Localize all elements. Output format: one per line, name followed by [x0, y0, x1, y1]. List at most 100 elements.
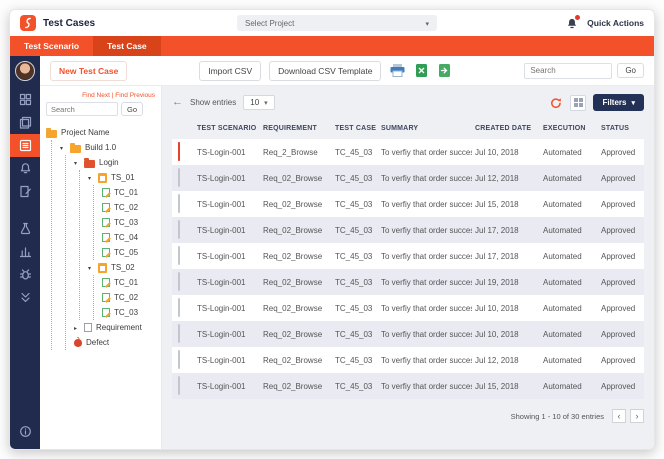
- project-select-dropdown[interactable]: Select Project: [237, 15, 437, 31]
- new-test-case-button[interactable]: New Test Case: [50, 60, 128, 81]
- tree-node-test-case[interactable]: TC_02: [102, 290, 155, 305]
- tab-test-scenario[interactable]: Test Scenario: [10, 36, 93, 56]
- row-checkbox[interactable]: [178, 376, 180, 395]
- tree-node-label: TC_01: [114, 278, 139, 287]
- cell-execution: Automated: [543, 225, 582, 235]
- topbar-right: Quick Actions: [484, 14, 644, 30]
- row-checkbox[interactable]: [178, 194, 180, 213]
- test-case-icon[interactable]: [10, 134, 40, 157]
- report-edit-icon[interactable]: [10, 180, 40, 203]
- app-logo-icon: [20, 15, 36, 31]
- filters-label: Filters: [602, 98, 627, 107]
- tree-node-label: TS_02: [111, 263, 135, 272]
- project-select-label: Select Project: [245, 18, 295, 28]
- table-row[interactable]: TS-Login-001 Req_02_Browse TC_45_03 To v…: [172, 165, 644, 191]
- quick-actions-button[interactable]: Quick Actions: [587, 18, 644, 28]
- table-row[interactable]: TS-Login-001 Req_02_Browse TC_45_03 To v…: [172, 321, 644, 347]
- refresh-icon[interactable]: [549, 96, 563, 110]
- tree-search-go-button[interactable]: Go: [121, 102, 144, 116]
- cell-requirement: Req_02_Browse: [263, 355, 323, 365]
- tree-node-login[interactable]: Login: [74, 155, 155, 170]
- notifications-icon[interactable]: [10, 157, 40, 180]
- row-checkbox[interactable]: [178, 272, 180, 291]
- tree-node-test-case[interactable]: TC_01: [102, 185, 155, 200]
- table-row[interactable]: TS-Login-001 Req_02_Browse TC_45_03 To v…: [172, 191, 644, 217]
- import-csv-button[interactable]: Import CSV: [199, 60, 262, 81]
- info-icon[interactable]: [10, 420, 40, 443]
- table-row[interactable]: TS-Login-001 Req_02_Browse TC_45_03 To v…: [172, 373, 644, 399]
- find-previous-link[interactable]: Find Previous: [115, 92, 155, 99]
- export-excel-icon[interactable]: [414, 63, 429, 78]
- tree-node-requirement[interactable]: Requirement: [74, 320, 155, 335]
- download-csv-template-button[interactable]: Download CSV Template: [269, 60, 382, 81]
- row-checkbox[interactable]: [178, 142, 180, 161]
- table-row[interactable]: TS-Login-001 Req_2_Browse TC_45_03 To ve…: [172, 139, 644, 165]
- cell-created-date: Jul 12, 2018: [475, 173, 519, 183]
- notification-bell-icon[interactable]: [566, 14, 581, 30]
- filters-button[interactable]: Filters: [593, 94, 644, 111]
- tab-test-case[interactable]: Test Case: [93, 36, 161, 56]
- tree-node-test-case[interactable]: TC_02: [102, 200, 155, 215]
- cell-execution: Automated: [543, 355, 582, 365]
- row-checkbox[interactable]: [178, 298, 180, 317]
- cell-created-date: Jul 17, 2018: [475, 251, 519, 261]
- tree-node-test-case[interactable]: TC_03: [102, 215, 155, 230]
- row-checkbox[interactable]: [178, 350, 180, 369]
- caret-down-icon: [60, 144, 66, 152]
- row-checkbox[interactable]: [178, 246, 180, 265]
- row-checkbox[interactable]: [178, 220, 180, 239]
- icon-sidebar: [10, 56, 40, 449]
- defects-bug-icon[interactable]: [10, 263, 40, 286]
- header-execution: EXECUTION: [543, 125, 586, 132]
- row-checkbox[interactable]: [178, 324, 180, 343]
- find-next-link[interactable]: Find Next: [82, 92, 110, 99]
- cell-created-date: Jul 19, 2018: [475, 277, 519, 287]
- user-avatar[interactable]: [15, 61, 35, 81]
- analytics-icon[interactable]: [10, 240, 40, 263]
- table-row[interactable]: TS-Login-001 Req_02_Browse TC_45_03 To v…: [172, 217, 644, 243]
- tree-node-ts01[interactable]: TS_01: [88, 170, 155, 185]
- pagination-summary: Showing 1 - 10 of 30 entries: [510, 411, 604, 421]
- print-icon[interactable]: [389, 63, 406, 78]
- tree-node-project[interactable]: Project Name: [46, 125, 155, 140]
- chevron-down-icon: [425, 19, 429, 28]
- test-scenario-icon[interactable]: [10, 111, 40, 134]
- tree-node-test-case[interactable]: TC_03: [102, 305, 155, 320]
- cell-test-case: TC_45_03: [335, 329, 373, 339]
- cell-requirement: Req_02_Browse: [263, 199, 323, 209]
- cell-execution: Automated: [543, 381, 582, 391]
- tree-node-build[interactable]: Build 1.0: [60, 140, 155, 155]
- page-size-dropdown[interactable]: 10: [243, 95, 275, 110]
- cell-test-scenario: TS-Login-001: [197, 225, 246, 235]
- tree-search-input[interactable]: [46, 102, 118, 116]
- bug-icon: [74, 338, 82, 347]
- pagination-next-button[interactable]: ›: [630, 409, 644, 423]
- table-row[interactable]: TS-Login-001 Req_02_Browse TC_45_03 To v…: [172, 243, 644, 269]
- lab-flask-icon[interactable]: [10, 217, 40, 240]
- cell-summary: To verfiy that order successfully...: [381, 173, 472, 183]
- search-input[interactable]: [524, 62, 613, 79]
- tree-node-ts02[interactable]: TS_02: [88, 260, 155, 275]
- table-row[interactable]: TS-Login-001 Req_02_Browse TC_45_03 To v…: [172, 347, 644, 373]
- cell-test-case: TC_45_03: [335, 381, 373, 391]
- tree-node-test-case[interactable]: TC_01: [102, 275, 155, 290]
- tree-node-test-case[interactable]: TC_05: [102, 245, 155, 260]
- tree-node-defect[interactable]: Defect: [74, 335, 155, 350]
- export-file-icon[interactable]: [437, 63, 452, 78]
- grid-view-toggle-icon[interactable]: [570, 94, 587, 111]
- table-body: TS-Login-001 Req_2_Browse TC_45_03 To ve…: [172, 139, 644, 399]
- tree-node-test-case[interactable]: TC_04: [102, 230, 155, 245]
- pagination-prev-button[interactable]: ‹: [612, 409, 626, 423]
- workflow-icon[interactable]: [10, 286, 40, 309]
- row-checkbox[interactable]: [178, 168, 180, 187]
- cell-requirement: Req_2_Browse: [263, 147, 318, 157]
- back-arrow-icon[interactable]: [172, 97, 183, 108]
- cell-test-case: TC_45_03: [335, 225, 373, 235]
- search-go-button[interactable]: Go: [617, 63, 644, 78]
- table-row[interactable]: TS-Login-001 Req_02_Browse TC_45_03 To v…: [172, 269, 644, 295]
- table-row[interactable]: TS-Login-001 Req_02_Browse TC_45_03 To v…: [172, 295, 644, 321]
- cell-test-scenario: TS-Login-001: [197, 381, 246, 391]
- caret-right-icon: [74, 324, 80, 332]
- cell-created-date: Jul 10, 2018: [475, 303, 519, 313]
- dashboard-icon[interactable]: [10, 88, 40, 111]
